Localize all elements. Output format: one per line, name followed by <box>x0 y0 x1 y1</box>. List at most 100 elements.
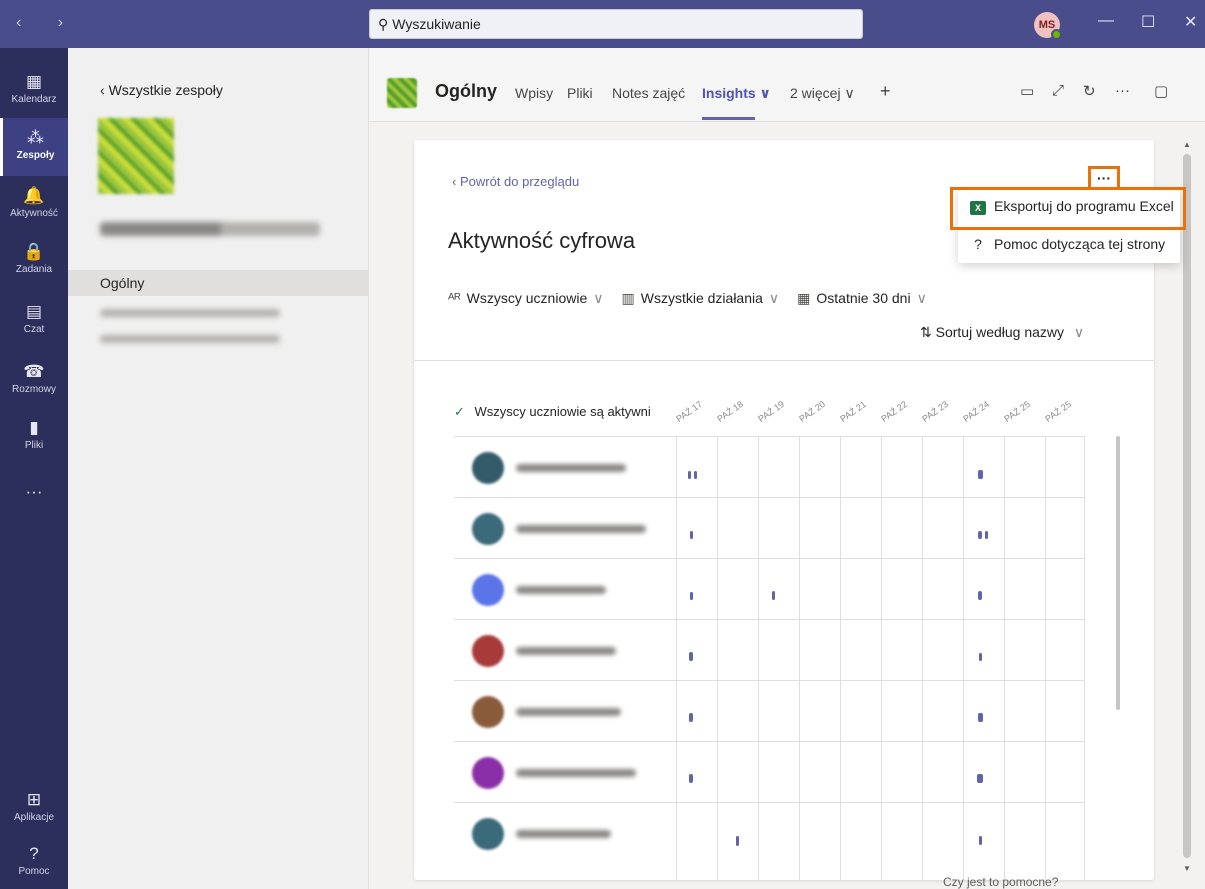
all-teams-label: Wszystkie zespoły <box>108 82 223 98</box>
filter-date-range[interactable]: ▦ Ostatnie 30 dni ∨ <box>797 290 927 307</box>
student-name-redacted <box>516 525 646 533</box>
chat-icon: ▤ <box>25 302 43 321</box>
conversation-icon[interactable]: ▭ <box>1020 82 1034 100</box>
search-icon: ⚲ <box>378 15 389 32</box>
rail-label: Aplikacje <box>13 812 55 823</box>
activity-mark[interactable] <box>978 470 983 479</box>
student-avatar <box>472 696 504 728</box>
channel-item-general[interactable]: Ogólny <box>68 270 368 296</box>
student-avatar <box>472 574 504 606</box>
filter-activities[interactable]: ▥ Wszystkie działania ∨ <box>622 290 780 307</box>
scroll-down-icon[interactable]: ▼ <box>1183 864 1191 873</box>
student-name-redacted <box>516 647 616 655</box>
divider <box>414 360 1154 361</box>
student-row[interactable] <box>454 684 674 744</box>
rail-item-chat[interactable]: ▤ Czat <box>0 292 68 350</box>
activity-mark[interactable] <box>985 531 988 539</box>
channel-item-redacted[interactable] <box>100 335 280 343</box>
page-scrollbar[interactable]: ▲ ▼ <box>1181 140 1193 875</box>
minimize-button[interactable]: — <box>1098 12 1114 30</box>
activity-mark[interactable] <box>978 713 983 722</box>
channel-title: Ogólny <box>435 81 497 101</box>
help-icon: ? <box>29 844 39 863</box>
activity-mark[interactable] <box>690 592 693 600</box>
rail-item-activity[interactable]: 🔔 Aktywność <box>0 176 68 234</box>
user-avatar[interactable]: MS <box>1034 12 1062 40</box>
tab-class-notebook[interactable]: Notes zajęć <box>612 85 685 101</box>
scroll-up-icon[interactable]: ▲ <box>1183 140 1191 149</box>
activity-mark[interactable] <box>694 471 697 479</box>
date-label: PAŹ 20 <box>797 398 828 424</box>
student-name-redacted <box>516 830 611 838</box>
date-label: PAŹ 25 <box>1043 398 1074 424</box>
student-name-redacted <box>516 586 606 594</box>
calendar-icon: ▦ <box>25 72 43 91</box>
grid-line <box>1045 436 1046 880</box>
phone-icon: ☎ <box>23 362 45 381</box>
student-row[interactable] <box>454 623 674 683</box>
filter-label: Wszyscy uczniowie <box>466 290 588 306</box>
add-tab-button[interactable]: + <box>880 81 891 102</box>
maximize-button[interactable]: ☐ <box>1141 12 1155 32</box>
team-logo <box>98 118 174 194</box>
student-row[interactable] <box>454 806 674 866</box>
rail-item-calendar[interactable]: ▦ Kalendarz <box>0 62 68 120</box>
tab-posts[interactable]: Wpisy <box>515 85 553 101</box>
grid-line <box>717 436 718 880</box>
student-row[interactable] <box>454 562 674 622</box>
search-input[interactable]: ⚲ Wyszukiwanie <box>369 9 863 39</box>
app-rail: ▦ Kalendarz ⁂ Zespoły 🔔 Aktywność 🔒 Zada… <box>0 48 68 889</box>
rail-item-apps[interactable]: ⊞ Aplikacje <box>0 780 68 838</box>
student-name-redacted <box>516 769 636 777</box>
date-label: PAŹ 19 <box>756 398 787 424</box>
rail-item-more[interactable]: ··· <box>0 472 68 530</box>
tab-insights[interactable]: Insights ∨ <box>702 85 771 102</box>
grid-line <box>1004 436 1005 880</box>
tab-more[interactable]: 2 więcej ∨ <box>790 85 855 102</box>
rail-item-calls[interactable]: ☎ Rozmowy <box>0 352 68 410</box>
activity-mark[interactable] <box>688 471 691 479</box>
channel-item-redacted[interactable] <box>100 309 280 317</box>
tab-files[interactable]: Pliki <box>567 85 593 101</box>
filter-students[interactable]: ᴬᴿ Wszyscy uczniowie ∨ <box>448 290 604 307</box>
rail-item-teams[interactable]: ⁂ Zespoły <box>0 118 68 176</box>
expand-icon[interactable]: ⤢ <box>1052 82 1064 99</box>
date-label: PAŹ 18 <box>715 398 746 424</box>
check-icon: ✓ <box>454 404 465 419</box>
back-forward-arrows[interactable]: ‹ › <box>16 14 79 32</box>
activity-mark[interactable] <box>978 531 982 539</box>
rail-item-assignments[interactable]: 🔒 Zadania <box>0 232 68 290</box>
activity-mark[interactable] <box>689 713 693 722</box>
activity-mark[interactable] <box>979 653 982 661</box>
student-row[interactable] <box>454 440 674 500</box>
date-label: PAŹ 21 <box>838 398 869 424</box>
meet-icon[interactable]: ▢ <box>1154 82 1168 100</box>
activity-mark[interactable] <box>736 836 739 846</box>
back-to-overview-label: Powrót do przeglądu <box>459 174 580 189</box>
menu-item-help[interactable]: ? Pomoc dotycząca tej strony <box>958 227 1180 263</box>
rail-item-files[interactable]: ▮ Pliki <box>0 408 68 466</box>
activity-mark[interactable] <box>690 531 693 539</box>
student-row[interactable] <box>454 745 674 805</box>
refresh-icon[interactable]: ↻ <box>1083 82 1096 100</box>
rail-item-help[interactable]: ? Pomoc <box>0 834 68 889</box>
chevron-down-icon: ∨ <box>916 290 927 306</box>
grid-line <box>454 436 1084 437</box>
more-options-icon[interactable]: ··· <box>1115 82 1130 99</box>
back-to-overview-link[interactable]: ‹ Powrót do przeglądu <box>452 174 579 189</box>
close-button[interactable]: ✕ <box>1184 12 1197 32</box>
team-panel: ‹ Wszystkie zespoły Ogólny <box>68 48 369 889</box>
sort-dropdown[interactable]: ⇅ Sortuj według nazwy ∨ <box>920 324 1084 341</box>
student-row[interactable] <box>454 501 674 561</box>
activity-mark[interactable] <box>772 591 775 600</box>
activity-mark[interactable] <box>689 774 693 783</box>
scrollbar-thumb[interactable] <box>1183 154 1191 858</box>
all-teams-link[interactable]: ‹ Wszystkie zespoły <box>100 82 223 98</box>
student-avatar <box>472 513 504 545</box>
grid-scrollbar[interactable] <box>1116 436 1120 710</box>
activity-mark[interactable] <box>689 652 693 661</box>
activity-mark[interactable] <box>978 591 982 600</box>
chevron-left-icon: ‹ <box>100 82 109 98</box>
activity-mark[interactable] <box>977 774 983 783</box>
activity-mark[interactable] <box>979 836 982 845</box>
